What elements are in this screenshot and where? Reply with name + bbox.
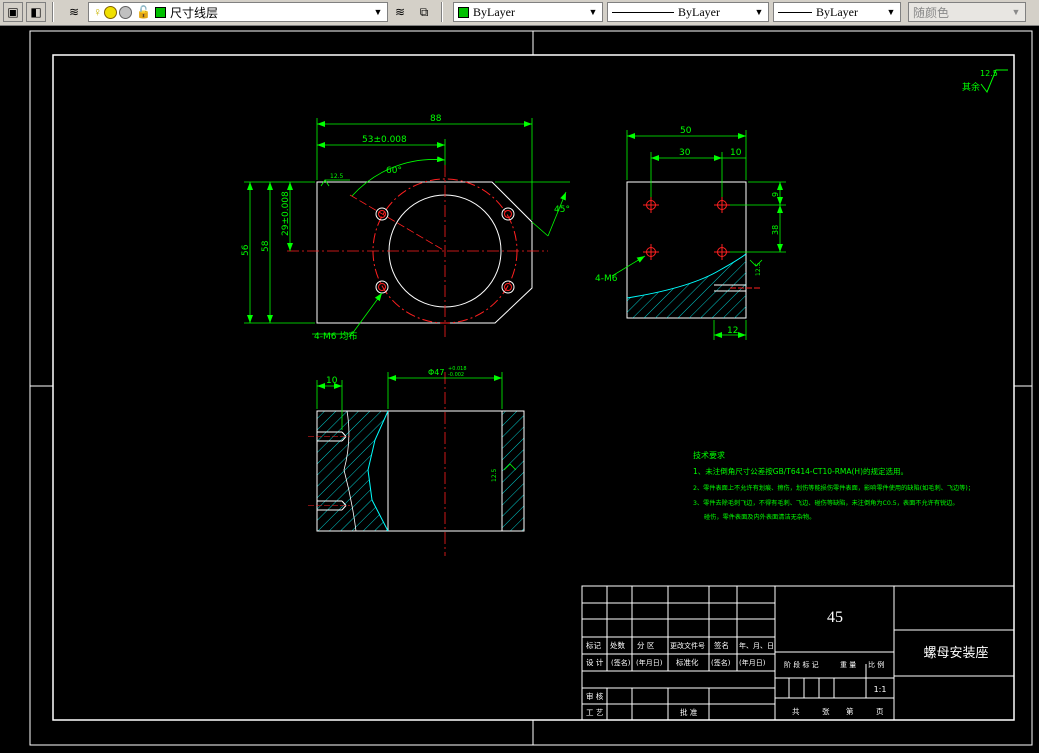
lock-icon[interactable]: 🔓 xyxy=(136,5,151,19)
side-view: 50 30 10 9 38 12 4-M6 12.5 xyxy=(595,126,786,340)
tech-req-line-2: 2、零件表面上不允许有划痕、擦伤，划伤等能损伤零件表面，影响零件使用的缺陷(如毛… xyxy=(693,484,974,492)
title-block: 45 螺母安装座 1:1 标记 处数 分 区 更改文件号 签名 年、月、日 设 … xyxy=(581,585,1015,721)
design-sign: (签名) xyxy=(611,658,631,667)
lineweight-dropdown[interactable]: ByLayer ▼ xyxy=(773,2,901,22)
side-roughness-label: 12.5 xyxy=(755,262,762,276)
page-label: 页 xyxy=(876,707,884,716)
front-view: 88 53±0.008 60° 45° 12.5 56 58 29±0.008 … xyxy=(241,114,570,342)
roughness-value-label: 12.5 xyxy=(980,69,998,78)
sheet-no-label: 第 xyxy=(846,706,854,716)
chevron-down-icon[interactable]: ▼ xyxy=(752,5,766,19)
tech-req-title: 技术要求 xyxy=(693,450,725,460)
color-dropdown[interactable]: ByLayer ▼ xyxy=(453,2,603,22)
dimension-30: 30 xyxy=(679,148,691,158)
material-label: 45 xyxy=(827,609,843,626)
chevron-down-icon[interactable]: ▼ xyxy=(371,5,385,19)
layer-stack-icon[interactable]: ≋ xyxy=(390,2,410,22)
toolbar-separator xyxy=(441,2,443,22)
dimension-9: 9 xyxy=(771,192,780,197)
linetype-value: ByLayer xyxy=(678,4,720,19)
dimension-88: 88 xyxy=(430,114,442,124)
scale-value: 1:1 xyxy=(874,685,887,694)
chevron-down-icon: ▼ xyxy=(1011,7,1021,17)
chevron-down-icon[interactable]: ▼ xyxy=(586,5,600,19)
lineweight-value: ByLayer xyxy=(816,4,858,19)
roughness-small-label: 12.5 xyxy=(330,173,344,180)
standard-sign: (签名) xyxy=(711,658,731,667)
dimension-10: 10 xyxy=(730,148,742,158)
dimension-58: 58 xyxy=(261,240,271,252)
color-value: ByLayer xyxy=(473,4,515,19)
row-design: 设 计 xyxy=(586,657,604,667)
holes-note: 4-M6 均布 xyxy=(314,330,357,342)
lineweight-sample xyxy=(778,11,812,13)
technical-requirements: 技术要求 1、未注倒角尺寸公差按GB/T6414-CT10-RMA(H)的规定选… xyxy=(693,450,974,521)
layer-previous-icon[interactable]: ≋ xyxy=(64,2,84,22)
plot-style-value: 随颜色 xyxy=(913,5,950,20)
linetype-sample xyxy=(612,11,674,13)
dimension-56: 56 xyxy=(241,244,251,256)
layer-dropdown[interactable]: ♀ 🔓 尺寸线层 ▼ xyxy=(88,2,388,22)
col-count: 处数 xyxy=(610,640,625,650)
tech-req-line-4: 碰伤，零件表面及内外表面清洁无杂物。 xyxy=(704,513,815,521)
dimension-12: 12 xyxy=(727,326,738,336)
row-process: 工 艺 xyxy=(586,708,603,717)
layer-name: 尺寸线层 xyxy=(169,5,218,20)
row-standard: 标准化 xyxy=(676,657,699,667)
dimension-29: 29±0.008 xyxy=(281,191,291,236)
standard-date: (年月日) xyxy=(739,658,766,667)
col-mark: 标记 xyxy=(586,640,601,650)
layer-manager-icon[interactable]: ▣ xyxy=(3,2,23,22)
part-name: 螺母安装座 xyxy=(923,646,988,661)
sheet-border xyxy=(29,30,1033,746)
default-roughness-symbol: 12.5 其余 xyxy=(962,69,1008,94)
dimension-60deg: 60° xyxy=(386,166,402,176)
tolerance-lower: -0.002 xyxy=(448,372,464,378)
dimension-38: 38 xyxy=(771,225,780,235)
weight-header: 重 量 xyxy=(840,661,856,669)
linetype-dropdown[interactable]: ByLayer ▼ xyxy=(607,2,769,22)
layer-states-icon[interactable]: ⧉ xyxy=(414,2,434,22)
section-view: 10 Φ47 +0.018 -0.002 12.5 xyxy=(308,366,525,556)
row-review: 审 核 xyxy=(586,691,604,701)
color-swatch xyxy=(458,6,469,18)
row-approve: 批 准 xyxy=(680,707,698,717)
col-docno: 更改文件号 xyxy=(670,641,705,650)
dimension-50: 50 xyxy=(680,126,692,136)
dimension-45deg: 45° xyxy=(554,205,570,215)
section-diameter: Φ47 xyxy=(428,368,444,377)
layer-color-swatch xyxy=(154,6,166,18)
sun-icon[interactable] xyxy=(104,5,117,19)
sheets-label: 张 xyxy=(822,707,830,716)
toolbar-separator xyxy=(52,2,54,22)
stage-mark-header: 阶 段 标 记 xyxy=(784,660,819,669)
roughness-rest-label: 其余 xyxy=(962,81,980,93)
total-label: 共 xyxy=(792,707,800,716)
freeze-viewport-icon[interactable] xyxy=(119,5,132,19)
tech-req-line-1: 1、未注倒角尺寸公差按GB/T6414-CT10-RMA(H)的规定选用。 xyxy=(693,466,908,476)
section-dimension-10: 10 xyxy=(326,376,338,386)
section-roughness-label: 12.5 xyxy=(491,468,498,482)
ratio-header: 比 例 xyxy=(868,660,884,669)
design-date: (年月日) xyxy=(636,658,663,667)
chevron-down-icon[interactable]: ▼ xyxy=(884,5,898,19)
col-zone: 分 区 xyxy=(637,641,655,650)
make-object-layer-current-icon[interactable]: ◧ xyxy=(26,2,46,22)
plot-style-dropdown: 随颜色 ▼ xyxy=(908,2,1026,22)
dimension-53: 53±0.008 xyxy=(362,135,407,145)
drawing-canvas[interactable]: 12.5 其余 88 53±0.008 60° 45° 12.5 56 58 2… xyxy=(0,26,1039,753)
lightbulb-icon[interactable]: ♀ xyxy=(93,5,102,19)
properties-toolbar: ▣ ◧ ≋ ♀ 🔓 尺寸线层 ▼ ≋ ⧉ ByLayer ▼ ByLayer ▼… xyxy=(0,0,1039,26)
tech-req-line-3: 3、零件去除毛刺飞边，不得有毛刺、飞边、碰伤等缺陷，未注倒角为C0.5，表面不允… xyxy=(693,499,959,507)
side-holes-note: 4-M6 xyxy=(595,274,618,284)
col-sign: 签名 xyxy=(714,640,729,650)
col-date: 年、月、日 xyxy=(739,641,774,650)
